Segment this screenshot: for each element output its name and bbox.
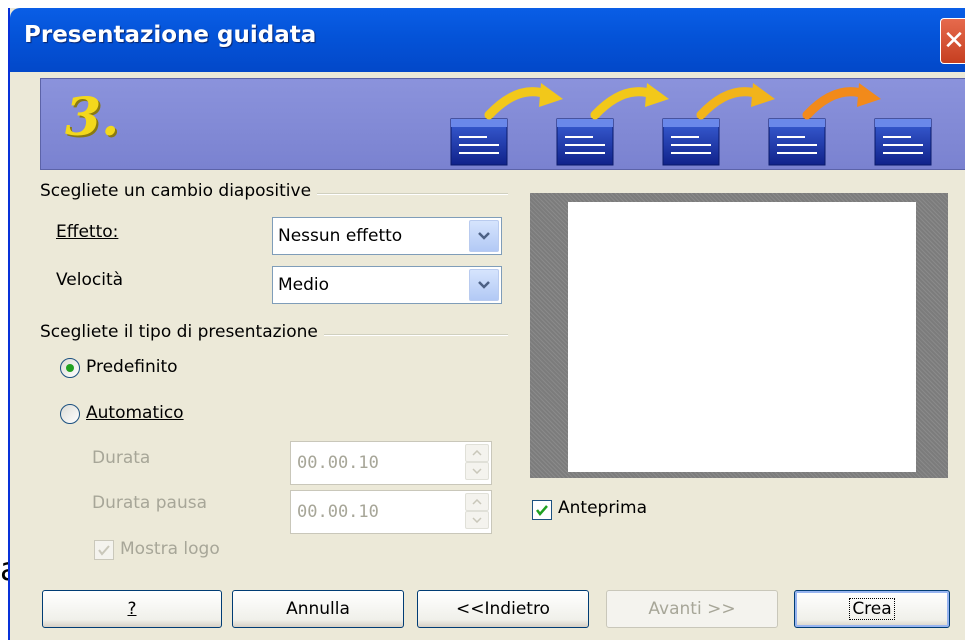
slide-icon <box>662 118 720 166</box>
durata-increment-button[interactable] <box>465 444 489 462</box>
preview-slide <box>568 202 916 472</box>
next-button-label: Avanti >> <box>648 599 736 619</box>
back-button[interactable]: <<Indietro <box>417 590 589 628</box>
arrow-icon <box>696 83 775 120</box>
predefinito-radio[interactable] <box>60 358 80 378</box>
durata-pausa-increment-button[interactable] <box>465 493 489 511</box>
step-banner: 3. <box>40 78 965 170</box>
arrow-icon <box>590 83 669 120</box>
checkmark-icon <box>536 505 548 516</box>
create-button[interactable]: Crea <box>794 590 950 628</box>
help-button-label: ? <box>127 599 137 619</box>
next-button[interactable]: Avanti >> <box>606 590 778 628</box>
durata-pausa-spin-buttons <box>465 493 489 529</box>
speed-label: Velocità <box>56 270 124 290</box>
predefinito-label[interactable]: Predefinito <box>86 357 178 377</box>
wizard-dialog: Presentazione guidata ✕ 3. Scegliete un … <box>8 8 965 640</box>
help-button[interactable]: ? <box>42 590 222 628</box>
slide-icon <box>874 118 932 166</box>
effect-value: Nessun effetto <box>278 226 403 246</box>
automatico-label[interactable]: Automatico <box>86 403 184 423</box>
type-group-label: Scegliete il tipo di presentazione <box>40 322 324 342</box>
cancel-button[interactable]: Annulla <box>232 590 404 628</box>
durata-pausa-decrement-button[interactable] <box>465 511 489 529</box>
durata-spinbox[interactable]: 00.00.10 <box>290 441 492 485</box>
durata-pausa-label: Durata pausa <box>92 493 208 513</box>
anteprima-checkbox[interactable] <box>532 500 552 520</box>
durata-pausa-spinbox[interactable]: 00.00.10 <box>290 490 492 534</box>
workflow-illustration <box>450 83 932 166</box>
preview-panel <box>530 193 948 478</box>
durata-decrement-button[interactable] <box>465 462 489 480</box>
dialog-body: 3. Scegliete un cambio diapositive Effet… <box>10 72 965 640</box>
title-bar[interactable]: Presentazione guidata ✕ <box>10 8 965 72</box>
speed-combobox[interactable]: Medio <box>272 266 502 304</box>
speed-dropdown-button[interactable] <box>469 269 499 301</box>
close-icon: ✕ <box>943 26 965 56</box>
window-title: Presentazione guidata <box>24 22 317 48</box>
effect-dropdown-button[interactable] <box>469 220 499 252</box>
close-button[interactable]: ✕ <box>940 18 965 64</box>
automatico-radio[interactable] <box>60 404 80 424</box>
arrow-up-icon <box>472 450 482 456</box>
checkmark-icon <box>98 545 110 556</box>
slide-icon <box>450 118 508 166</box>
durata-pausa-value: 00.00.10 <box>297 502 379 522</box>
slide-icon <box>768 118 826 166</box>
effect-label: Effetto: <box>56 222 119 242</box>
cancel-button-label: Annulla <box>286 599 350 619</box>
arrow-icon <box>484 83 563 120</box>
chevron-down-icon <box>478 281 490 289</box>
arrow-up-icon <box>472 499 482 505</box>
radio-selected-dot <box>66 364 74 372</box>
slide-icon <box>556 118 614 166</box>
arrow-down-icon <box>472 517 482 523</box>
mostra-logo-checkbox[interactable] <box>94 540 114 560</box>
effect-combobox[interactable]: Nessun effetto <box>272 217 502 255</box>
back-button-label: <<Indietro <box>456 599 550 619</box>
speed-value: Medio <box>278 275 330 295</box>
create-button-label: Crea <box>849 598 895 620</box>
arrow-down-icon <box>472 468 482 474</box>
chevron-down-icon <box>478 232 490 240</box>
arrow-icon <box>802 83 881 120</box>
durata-label: Durata <box>92 448 151 468</box>
transition-group-label: Scegliete un cambio diapositive <box>40 181 318 201</box>
durata-spin-buttons <box>465 444 489 480</box>
durata-value: 00.00.10 <box>297 453 379 473</box>
mostra-logo-label: Mostra logo <box>120 539 220 559</box>
anteprima-label[interactable]: Anteprima <box>558 498 647 518</box>
